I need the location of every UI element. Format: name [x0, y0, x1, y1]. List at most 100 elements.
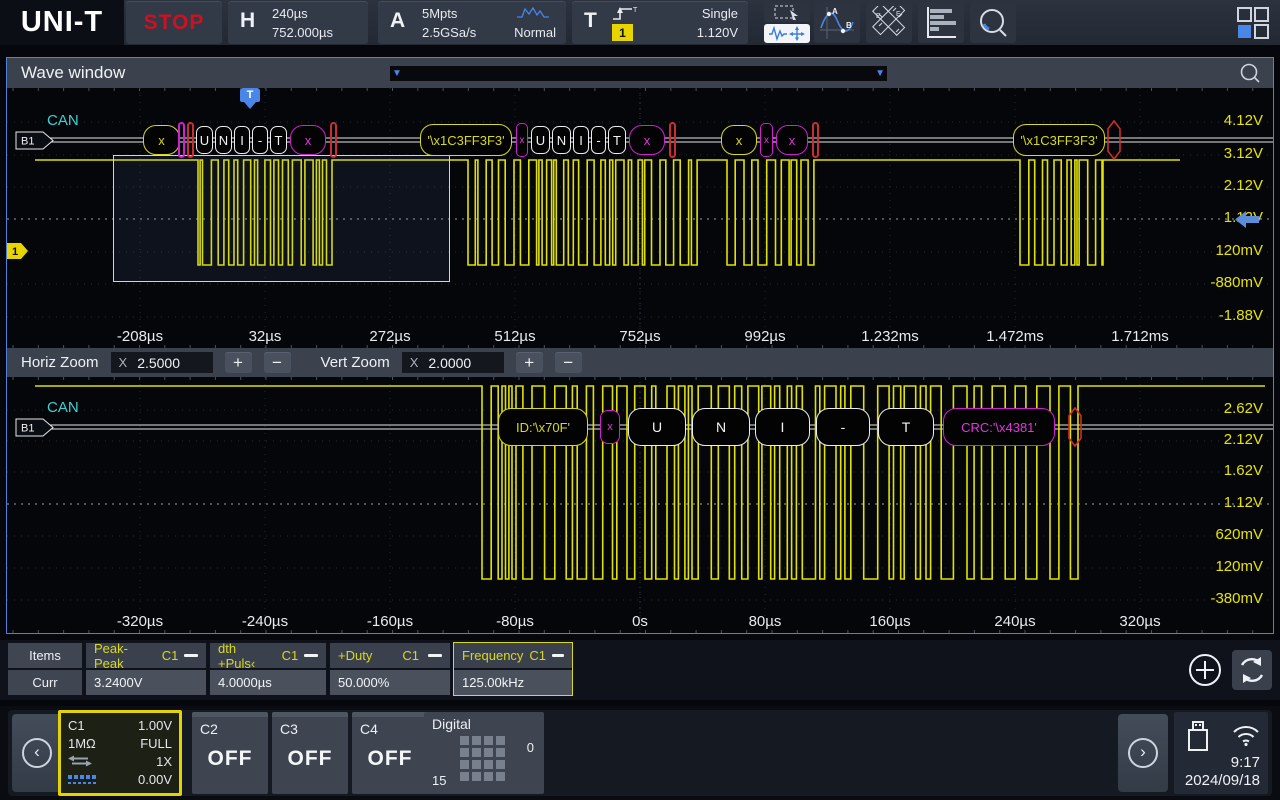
horizontal-menu-button[interactable]: H 240µs 752.000µs	[228, 1, 368, 44]
stat-line-icon	[184, 654, 198, 657]
measure-rulers-button[interactable]: EE	[866, 2, 912, 43]
measurement-bar: Items Curr Peak-PeakC1 3.2400V dth +Puls…	[0, 640, 1280, 700]
vert-zoom-minus-button[interactable]: −	[555, 352, 582, 373]
vert-zoom-plus-button[interactable]: +	[516, 352, 543, 373]
chevron-right-icon: ›	[1128, 738, 1158, 768]
wave-window-titlebar[interactable]: Wave window ▼ ▼	[7, 58, 1273, 88]
bus-protocol-label-zoom: CAN	[47, 399, 79, 416]
horizontal-key: H	[240, 9, 255, 33]
channel4-state: OFF	[352, 747, 428, 771]
zoom-control-bar: Horiz Zoom X 2.5000 + − Vert Zoom X 2.00…	[7, 348, 1273, 377]
channel4-tile[interactable]: C4 OFF	[352, 712, 428, 794]
window-layout-button[interactable]	[1236, 6, 1270, 40]
trigger-key: T	[584, 9, 597, 33]
stat-line-icon	[428, 654, 442, 657]
run-state-label: STOP	[144, 11, 205, 35]
vert-zoom-value-box[interactable]: X 2.0000	[402, 352, 504, 373]
window-layout-icon	[1236, 6, 1270, 40]
wave-window-dropdown[interactable]: ▼ ▼	[390, 66, 887, 81]
measure-cell-peak-peak[interactable]: Peak-PeakC1 3.2400V	[86, 643, 206, 695]
acquire-waveform-icon	[516, 6, 550, 20]
bus1-tag-zoom[interactable]: B1	[15, 418, 55, 437]
search-button[interactable]	[970, 2, 1016, 43]
measure-cell-duty[interactable]: +DutyC1 50.000%	[330, 643, 450, 695]
system-status-panel[interactable]: 9:17 2024/09/18	[1174, 712, 1268, 794]
ab-cursor-button[interactable]: A B	[814, 2, 860, 43]
digital-low-index: 15	[432, 773, 446, 788]
zoom-out-icon[interactable]	[1239, 62, 1261, 84]
histogram-icon	[924, 7, 958, 39]
measure-items-button[interactable]: Items	[8, 643, 82, 668]
chevron-left-icon: ‹	[22, 738, 52, 768]
trigger-mode-value: Single	[702, 4, 738, 23]
scroll-left-button[interactable]: ‹	[12, 714, 62, 792]
svg-text:E: E	[896, 11, 901, 18]
vert-zoom-label: Vert Zoom	[321, 354, 390, 371]
dropdown-left-arrow-icon: ▼	[392, 69, 402, 79]
channel2-tile[interactable]: C2 OFF	[192, 712, 268, 794]
stat-line-icon	[552, 654, 564, 657]
system-date: 2024/09/18	[1185, 772, 1260, 789]
main-waveform-plot[interactable]: xUNI-Tx'\x1C3FF3F3'xUNI-Txxxx'\x1C3FF3F3…	[7, 88, 1273, 348]
zoom-selection-box[interactable]	[113, 155, 450, 282]
coupling-icon	[68, 755, 92, 767]
stat-line-icon	[304, 654, 318, 657]
bus-protocol-label: CAN	[47, 112, 79, 129]
horizontal-position-value: 752.000µs	[272, 23, 333, 42]
select-rect-icon	[774, 4, 800, 20]
measure-curr-button[interactable]: Curr	[8, 670, 82, 695]
trigger-position-marker[interactable]: T	[240, 88, 260, 102]
dropdown-right-arrow-icon: ▼	[875, 69, 885, 79]
digital-filter-icon	[68, 774, 96, 785]
horiz-zoom-value-box[interactable]: X 2.5000	[111, 352, 213, 373]
horiz-zoom-label: Horiz Zoom	[21, 354, 99, 371]
horiz-zoom-plus-button[interactable]: +	[225, 352, 252, 373]
memory-depth-value: 5Mpts	[422, 4, 457, 23]
ab-curve-icon: A B	[819, 6, 855, 40]
vert-zoom-x: X	[410, 355, 419, 370]
bus1-tag[interactable]: B1	[15, 131, 55, 150]
trigger-edge-icon: T	[612, 5, 638, 22]
digital-channels-tile[interactable]: Digital 0 15	[424, 712, 544, 794]
histogram-button[interactable]	[918, 2, 964, 43]
zoomed-waveform-plot[interactable]: ID:'\x70F'xUNI-TCRC:'\x4381' 2.62V2.12V1…	[7, 377, 1273, 633]
timebase-value: 240µs	[272, 4, 308, 23]
channel2-state: OFF	[192, 747, 268, 771]
wave-move-tool-button[interactable]	[764, 24, 810, 43]
refresh-measure-button[interactable]	[1232, 650, 1272, 690]
channel3-tile[interactable]: C3 OFF	[272, 712, 348, 794]
channel1-level-marker[interactable]: 1	[7, 243, 29, 260]
acquire-menu-button[interactable]: A 5Mpts 2.5GSa/s Normal	[378, 1, 566, 44]
horiz-zoom-minus-button[interactable]: −	[264, 352, 291, 373]
brand-logo: UNI-T	[0, 0, 124, 45]
acquire-mode-value: Normal	[514, 23, 556, 42]
wave-move-icon	[768, 26, 806, 41]
wifi-icon	[1232, 724, 1260, 746]
horiz-zoom-x: X	[119, 355, 128, 370]
horiz-zoom-value: 2.5000	[137, 355, 180, 371]
channel-bar: ‹ C11.00V 1MΩFULL 1X 0.00V C2 OFF C3 OFF	[0, 706, 1280, 800]
digital-grid-icon	[460, 736, 505, 781]
svg-text:B1: B1	[21, 136, 34, 148]
vert-zoom-value: 2.0000	[428, 355, 471, 371]
refresh-icon	[1232, 650, 1272, 690]
trigger-menu-button[interactable]: T T 1 Single 1.120V	[572, 1, 748, 44]
measure-cell-pulse-width[interactable]: dth +Puls‹C1 4.0000µs	[210, 643, 326, 695]
scroll-right-button[interactable]: ›	[1118, 714, 1168, 792]
channel1-tile[interactable]: C11.00V 1MΩFULL 1X 0.00V	[58, 710, 182, 796]
cursor-select-tool-button[interactable]	[764, 2, 810, 22]
svg-text:B1: B1	[21, 423, 34, 435]
oscilloscope-screen: UNI-T STOP H 240µs 752.000µs A 5Mpts 2.5…	[0, 0, 1280, 800]
brand-logo-text: UNI-T	[21, 6, 103, 39]
sample-rate-value: 2.5GSa/s	[422, 23, 476, 42]
wave-window-title: Wave window	[21, 63, 125, 83]
svg-text:A: A	[832, 7, 838, 16]
svg-text:T: T	[633, 7, 638, 14]
rulers-icon: EE	[871, 6, 907, 40]
measure-cell-frequency[interactable]: FrequencyC1 125.00kHz	[454, 643, 572, 695]
trigger-level-arrow[interactable]	[1235, 211, 1259, 228]
svg-text:B: B	[846, 21, 852, 30]
run-stop-button[interactable]: STOP	[126, 1, 222, 44]
add-measure-button[interactable]	[1188, 653, 1222, 687]
magnifier-icon	[976, 6, 1010, 40]
